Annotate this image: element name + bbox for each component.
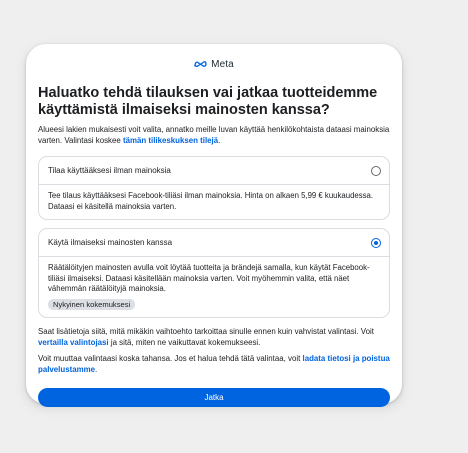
option-free-with-ads[interactable]: Käytä ilmaiseksi mainosten kanssa Räätäl… xyxy=(38,228,390,318)
meta-infinity-icon xyxy=(194,60,207,68)
option-free-header[interactable]: Käytä ilmaiseksi mainosten kanssa xyxy=(39,229,389,256)
change-text: Voit muuttaa valintaasi koska tahansa. J… xyxy=(38,354,390,374)
intro-text: Alueesi lakien mukaisesti voit valita, a… xyxy=(38,125,390,145)
meta-wordmark: Meta xyxy=(211,58,234,70)
accounts-center-link[interactable]: tämän tilikeskuksen tilejä xyxy=(123,136,218,145)
page-title: Haluatko tehdä tilauksen vai jatkaa tuot… xyxy=(38,85,378,118)
option-free-description: Räätälöityjen mainosten avulla voit löyt… xyxy=(48,263,370,293)
option-subscribe-radio[interactable] xyxy=(371,165,381,176)
info-text: Saat lisätietoja siitä, mitä mikäkin vai… xyxy=(38,327,374,347)
option-free-body: Räätälöityjen mainosten avulla voit löyt… xyxy=(39,256,389,317)
compare-choices-link[interactable]: vertailla valintojasi xyxy=(38,338,109,347)
option-subscribe-header[interactable]: Tilaa käyttääksesi ilman mainoksia xyxy=(39,157,389,184)
current-experience-badge: Nykyinen kokemuksesi xyxy=(48,298,136,310)
option-free-radio[interactable] xyxy=(371,237,381,248)
option-subscribe-label: Tilaa käyttääksesi ilman mainoksia xyxy=(48,166,171,175)
option-subscribe[interactable]: Tilaa käyttääksesi ilman mainoksia Tee t… xyxy=(38,156,390,220)
continue-button[interactable]: Jatka xyxy=(38,388,390,407)
consent-dialog: Meta Haluatko tehdä tilauksen vai jatkaa… xyxy=(26,44,402,407)
meta-logo: Meta xyxy=(38,56,390,72)
option-subscribe-description: Tee tilaus käyttääksesi Facebook-tiliäsi… xyxy=(39,184,389,219)
option-free-label: Käytä ilmaiseksi mainosten kanssa xyxy=(48,238,173,247)
